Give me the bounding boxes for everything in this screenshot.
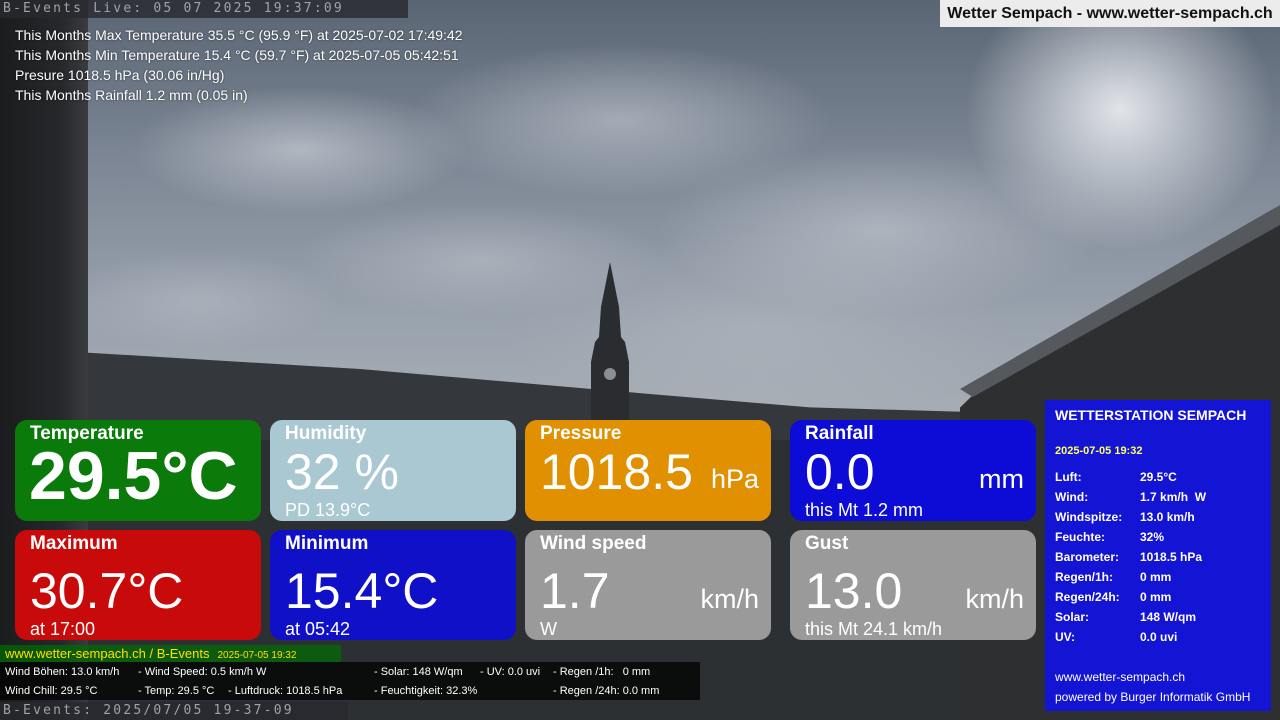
bottom-info: Wind Böhen: 13.0 km/h - Wind Speed: 0.5 … <box>0 662 700 700</box>
station-row: Wind: 1.7 km/h W <box>1055 487 1206 507</box>
row-value: 0.0 uvi <box>1140 630 1178 644</box>
station-row: Luft: 29.5°C <box>1055 467 1206 487</box>
station-row: Barometer: 1018.5 hPa <box>1055 547 1206 567</box>
church-tower <box>591 262 629 427</box>
tile-month-total: this Mt 1.2 mm <box>805 500 924 520</box>
tile-value: 32 % <box>285 444 399 500</box>
tile-unit: km/h <box>965 584 1024 614</box>
info-rain-1h: - Regen /1h: 0 mm <box>553 666 651 678</box>
station-row: Solar: 148 W/qm <box>1055 607 1206 627</box>
station-row: Regen/24h: 0 mm <box>1055 587 1206 607</box>
site-strip-time: 2025-07-05 19:32 <box>217 650 297 661</box>
month-min-temp: This Months Min Temperature 15.4 °C (59.… <box>15 47 459 63</box>
row-value: 0 mm <box>1140 570 1172 584</box>
month-max-temp: This Months Max Temperature 35.5 °C (95.… <box>15 27 463 43</box>
tile-minimum: Minimum 15.4°C at 05:42 <box>270 530 516 640</box>
tile-unit: hPa <box>710 464 759 494</box>
tile-dewpoint: PD 13.9°C <box>285 500 371 520</box>
row-label: Wind: <box>1055 490 1089 504</box>
tile-temperature: Temperature 29.5°C <box>15 420 261 521</box>
row-label: Solar: <box>1055 610 1090 624</box>
live-timestamp: B-Events Live: 05 07 2025 19:37:09 <box>0 0 408 18</box>
row-label: UV: <box>1055 630 1076 644</box>
row-value: 1.7 km/h W <box>1140 490 1207 504</box>
station-row: Windspitze: 13.0 km/h <box>1055 507 1206 527</box>
info-pressure: - Luftdruck: 1018.5 hPa <box>228 685 343 697</box>
tile-value: 13.0 <box>805 563 903 619</box>
row-value: 13.0 km/h <box>1140 510 1195 524</box>
site-title: Wetter Sempach - www.wetter-sempach.ch <box>940 0 1280 27</box>
tile-title: Minimum <box>285 533 369 554</box>
info-humidity: - Feuchtigkeit: 32.3% <box>374 685 478 697</box>
row-label: Regen/1h: <box>1055 570 1114 584</box>
site-strip-label: www.wetter-sempach.ch / B-Events <box>5 646 210 661</box>
row-label: Luft: <box>1055 470 1082 484</box>
station-row: UV: 0.0 uvi <box>1055 627 1206 647</box>
tile-direction: W <box>540 619 557 639</box>
station-panel: WETTERSTATION SEMPACH 2025-07-05 19:32 L… <box>1045 400 1271 711</box>
tile-humidity: Humidity 32 % PD 13.9°C <box>270 420 516 521</box>
row-label: Barometer: <box>1055 550 1120 564</box>
month-rainfall: This Months Rainfall 1.2 mm (0.05 in) <box>15 87 248 103</box>
tile-unit: km/h <box>700 584 759 614</box>
tile-time: at 17:00 <box>30 619 96 639</box>
footer-timestamp: B-Events: 2025/07/05 19-37-09 <box>0 702 348 720</box>
row-value: 0 mm <box>1140 590 1172 604</box>
tile-title: Maximum <box>30 533 118 554</box>
info-wind-speed: - Wind Speed: 0.5 km/h W <box>138 666 267 678</box>
tile-title: Gust <box>805 533 849 554</box>
station-title: WETTERSTATION SEMPACH <box>1055 407 1247 423</box>
row-label: Windspitze: <box>1055 510 1123 524</box>
info-rain-24h: - Regen /24h: 0.0 mm <box>553 685 660 697</box>
row-value: 148 W/qm <box>1140 610 1197 624</box>
tile-value: 0.0 <box>805 444 875 500</box>
station-credit: powered by Burger Informatik GmbH <box>1055 690 1251 704</box>
month-pressure: Presure 1018.5 hPa (30.06 in/Hg) <box>15 67 225 83</box>
station-url: www.wetter-sempach.ch <box>1055 670 1186 684</box>
tile-gust: Gust 13.0 km/h this Mt 24.1 km/h <box>790 530 1036 640</box>
site-strip: www.wetter-sempach.ch / B-Events 2025-07-… <box>0 645 341 662</box>
station-table: Luft: 29.5°C Wind: 1.7 km/h W Windspitze: 1… <box>1055 467 1206 647</box>
tile-title: Wind speed <box>540 533 647 554</box>
info-wind-chill: Wind Chill: 29.5 °C <box>5 685 98 697</box>
tile-unit: mm <box>979 464 1024 494</box>
tile-pressure: Pressure 1018.5 hPa <box>525 420 771 521</box>
row-value: 32% <box>1140 530 1165 544</box>
tile-value: 15.4°C <box>285 563 439 619</box>
station-footer: www.wetter-sempach.ch powered by Burger … <box>1055 667 1250 707</box>
tile-wind-speed: Wind speed 1.7 km/h W <box>525 530 771 640</box>
info-uv: - UV: 0.0 uvi <box>480 666 541 678</box>
tile-time: at 05:42 <box>285 619 351 639</box>
info-solar: - Solar: 148 W/qm <box>374 666 463 678</box>
info-temp: - Temp: 29.5 °C <box>138 685 215 697</box>
station-row: Feuchte: 32% <box>1055 527 1206 547</box>
tile-maximum: Maximum 30.7°C at 17:00 <box>15 530 261 640</box>
tile-month-max: this Mt 24.1 km/h <box>805 619 943 639</box>
station-row: Regen/1h: 0 mm <box>1055 567 1206 587</box>
row-value: 29.5°C <box>1140 470 1177 484</box>
info-wind-gusts: Wind Böhen: 13.0 km/h <box>5 666 120 678</box>
tile-rainfall: Rainfall 0.0 mm this Mt 1.2 mm <box>790 420 1036 521</box>
tile-value: 1018.5 <box>540 444 693 500</box>
station-timestamp: 2025-07-05 19:32 <box>1055 445 1143 457</box>
tile-value: 29.5°C <box>29 438 238 514</box>
month-stats: This Months Max Temperature 35.5 °C (95.… <box>15 25 463 105</box>
row-value: 1018.5 hPa <box>1140 550 1203 564</box>
tile-value: 1.7 <box>540 563 610 619</box>
tile-value: 30.7°C <box>30 563 184 619</box>
row-label: Regen/24h: <box>1055 590 1120 604</box>
row-label: Feuchte: <box>1055 530 1106 544</box>
